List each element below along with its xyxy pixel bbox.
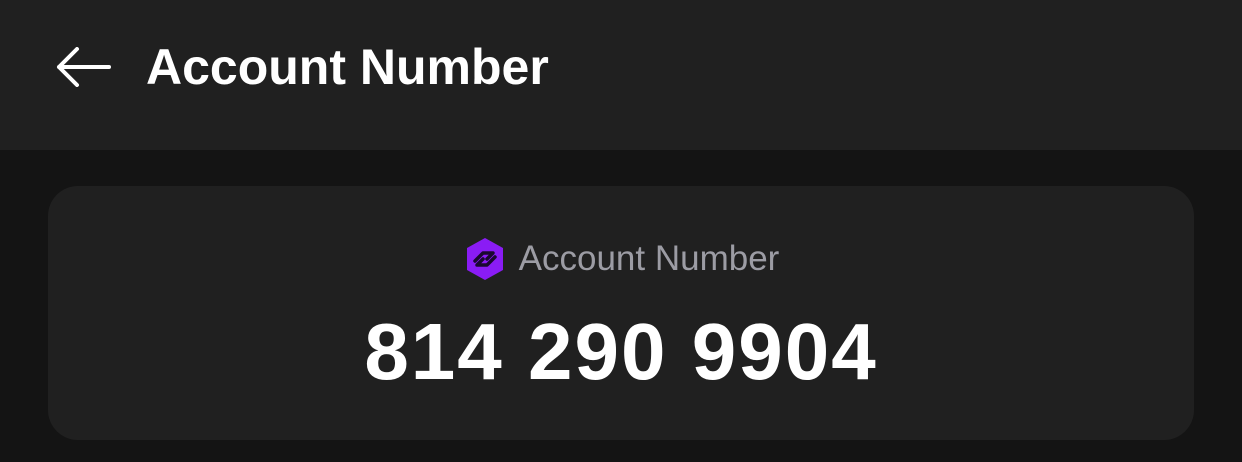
brand-logo-icon — [466, 238, 503, 280]
account-number-value[interactable]: 814 290 9904 — [48, 304, 1194, 400]
back-button[interactable] — [50, 38, 116, 96]
arrow-left-icon — [57, 47, 111, 87]
account-number-card: Account Number 814 290 9904 — [48, 186, 1194, 440]
app-header: Account Number — [0, 0, 1242, 150]
card-label-row: Account Number — [48, 236, 1194, 282]
card-label: Account Number — [518, 239, 780, 278]
page-title: Account Number — [146, 39, 549, 95]
